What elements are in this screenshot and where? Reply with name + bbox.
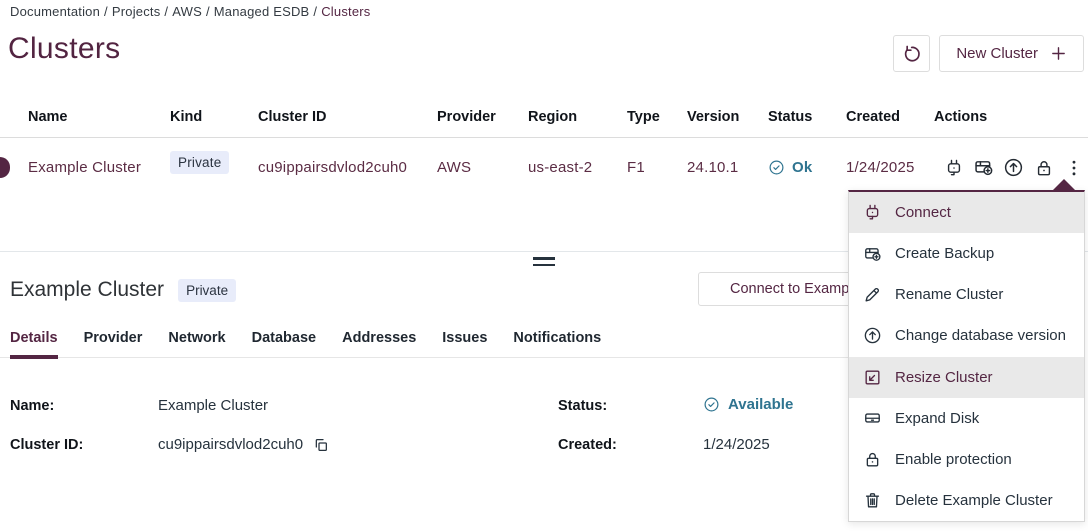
menu-item-resize-cluster[interactable]: Resize Cluster <box>849 357 1084 398</box>
menu-item-enable-protection[interactable]: Enable protection <box>849 439 1084 480</box>
breadcrumb-item-aws[interactable]: AWS <box>172 4 202 19</box>
breadcrumb-separator: / <box>313 4 317 19</box>
cluster-actions-menu: Connect Create Backup Rename Cluster Cha… <box>848 190 1085 522</box>
tab-provider[interactable]: Provider <box>84 330 143 359</box>
field-cluster-id-label: Cluster ID: <box>10 437 83 453</box>
column-header-region[interactable]: Region <box>528 109 577 125</box>
detail-tabs: Details Provider Network Database Addres… <box>0 330 848 358</box>
cell-status: Ok <box>768 159 812 176</box>
breadcrumb-separator: / <box>206 4 210 19</box>
change-version-icon[interactable] <box>1003 157 1024 178</box>
page-title: Clusters <box>8 32 120 66</box>
new-cluster-button-label: New Cluster <box>956 45 1038 62</box>
table-header-divider <box>0 137 1088 138</box>
menu-caret <box>1053 179 1075 190</box>
field-name-label: Name: <box>10 398 54 414</box>
detail-kind-badge: Private <box>178 279 236 302</box>
menu-item-rename-cluster[interactable]: Rename Cluster <box>849 274 1084 315</box>
breadcrumb-separator: / <box>164 4 168 19</box>
check-circle-icon <box>768 159 785 176</box>
menu-item-create-backup[interactable]: Create Backup <box>849 233 1084 274</box>
column-header-type[interactable]: Type <box>627 109 660 125</box>
menu-item-label: Enable protection <box>895 451 1012 468</box>
menu-item-connect[interactable]: Connect <box>849 192 1084 233</box>
cell-cluster-id: cu9ippairsdvlod2cuh0 <box>258 159 407 176</box>
menu-item-label: Rename Cluster <box>895 286 1003 303</box>
status-available-text: Available <box>728 396 793 413</box>
field-status-label: Status: <box>558 398 607 414</box>
plus-icon <box>1050 45 1067 62</box>
clusters-page: Documentation/Projects/AWS/Managed ESDB/… <box>0 0 1088 531</box>
cell-cluster-name[interactable]: Example Cluster <box>28 159 141 176</box>
lock-icon <box>863 450 882 469</box>
menu-item-label: Delete Example Cluster <box>895 492 1053 509</box>
cell-type: F1 <box>627 159 645 176</box>
menu-item-label: Change database version <box>895 327 1066 344</box>
tab-network[interactable]: Network <box>168 330 225 359</box>
tab-details[interactable]: Details <box>10 330 58 359</box>
breadcrumb-item-clusters[interactable]: Clusters <box>321 4 370 19</box>
menu-item-label: Create Backup <box>895 245 994 262</box>
breadcrumb: Documentation/Projects/AWS/Managed ESDB/… <box>10 4 371 19</box>
arrow-up-circle-icon <box>863 326 882 345</box>
breadcrumb-item-documentation[interactable]: Documentation <box>10 4 100 19</box>
column-header-version[interactable]: Version <box>687 109 739 125</box>
detail-cluster-title: Example Cluster <box>10 278 164 302</box>
backup-icon <box>863 244 882 263</box>
column-header-status[interactable]: Status <box>768 109 812 125</box>
kind-badge: Private <box>170 151 229 174</box>
menu-item-label: Resize Cluster <box>895 369 993 386</box>
menu-item-label: Connect <box>895 204 951 221</box>
cluster-id-text: cu9ippairsdvlod2cuh0 <box>158 436 303 453</box>
cell-version: 24.10.1 <box>687 159 738 176</box>
connect-icon[interactable] <box>943 157 964 178</box>
header-actions: New Cluster <box>893 35 1084 72</box>
row-actions <box>943 157 1084 178</box>
field-status-value: Available <box>703 396 793 413</box>
cell-created: 1/24/2025 <box>846 159 915 176</box>
menu-item-label: Expand Disk <box>895 410 979 427</box>
new-cluster-button[interactable]: New Cluster <box>939 35 1084 72</box>
tab-database[interactable]: Database <box>252 330 316 359</box>
column-header-actions: Actions <box>934 109 987 125</box>
column-header-name[interactable]: Name <box>28 109 68 125</box>
cell-provider: AWS <box>437 159 471 176</box>
tab-addresses[interactable]: Addresses <box>342 330 416 359</box>
cell-region: us-east-2 <box>528 159 592 176</box>
tab-issues[interactable]: Issues <box>442 330 487 359</box>
menu-item-change-database-version[interactable]: Change database version <box>849 315 1084 356</box>
breadcrumb-item-projects[interactable]: Projects <box>112 4 161 19</box>
refresh-button[interactable] <box>893 35 930 72</box>
detail-panel-header: Example Cluster Private <box>10 278 236 302</box>
create-backup-icon[interactable] <box>973 157 994 178</box>
field-name-value: Example Cluster <box>158 397 268 414</box>
field-created-label: Created: <box>558 437 617 453</box>
column-header-provider[interactable]: Provider <box>437 109 496 125</box>
field-created-value: 1/24/2025 <box>703 436 770 453</box>
column-header-cluster-id[interactable]: Cluster ID <box>258 109 327 125</box>
copy-icon[interactable] <box>313 437 329 453</box>
status-badge: Ok <box>792 159 812 176</box>
row-selection-marker <box>0 157 10 178</box>
field-cluster-id-value: cu9ippairsdvlod2cuh0 <box>158 436 329 453</box>
refresh-icon <box>902 44 922 64</box>
splitter-drag-handle[interactable] <box>533 257 555 270</box>
breadcrumb-item-managed-esdb[interactable]: Managed ESDB <box>214 4 310 19</box>
pencil-icon <box>863 285 882 304</box>
disk-icon <box>863 409 882 428</box>
cell-kind: Private <box>170 154 229 171</box>
tab-notifications[interactable]: Notifications <box>513 330 601 359</box>
column-header-kind[interactable]: Kind <box>170 109 202 125</box>
breadcrumb-separator: / <box>104 4 108 19</box>
menu-item-expand-disk[interactable]: Expand Disk <box>849 398 1084 439</box>
resize-icon <box>863 368 882 387</box>
protection-icon[interactable] <box>1033 157 1054 178</box>
plug-icon <box>863 203 882 222</box>
trash-icon <box>863 491 882 510</box>
check-circle-icon <box>703 396 720 413</box>
kebab-menu-icon[interactable] <box>1063 157 1084 178</box>
menu-item-delete-cluster[interactable]: Delete Example Cluster <box>849 480 1084 521</box>
column-header-created[interactable]: Created <box>846 109 900 125</box>
